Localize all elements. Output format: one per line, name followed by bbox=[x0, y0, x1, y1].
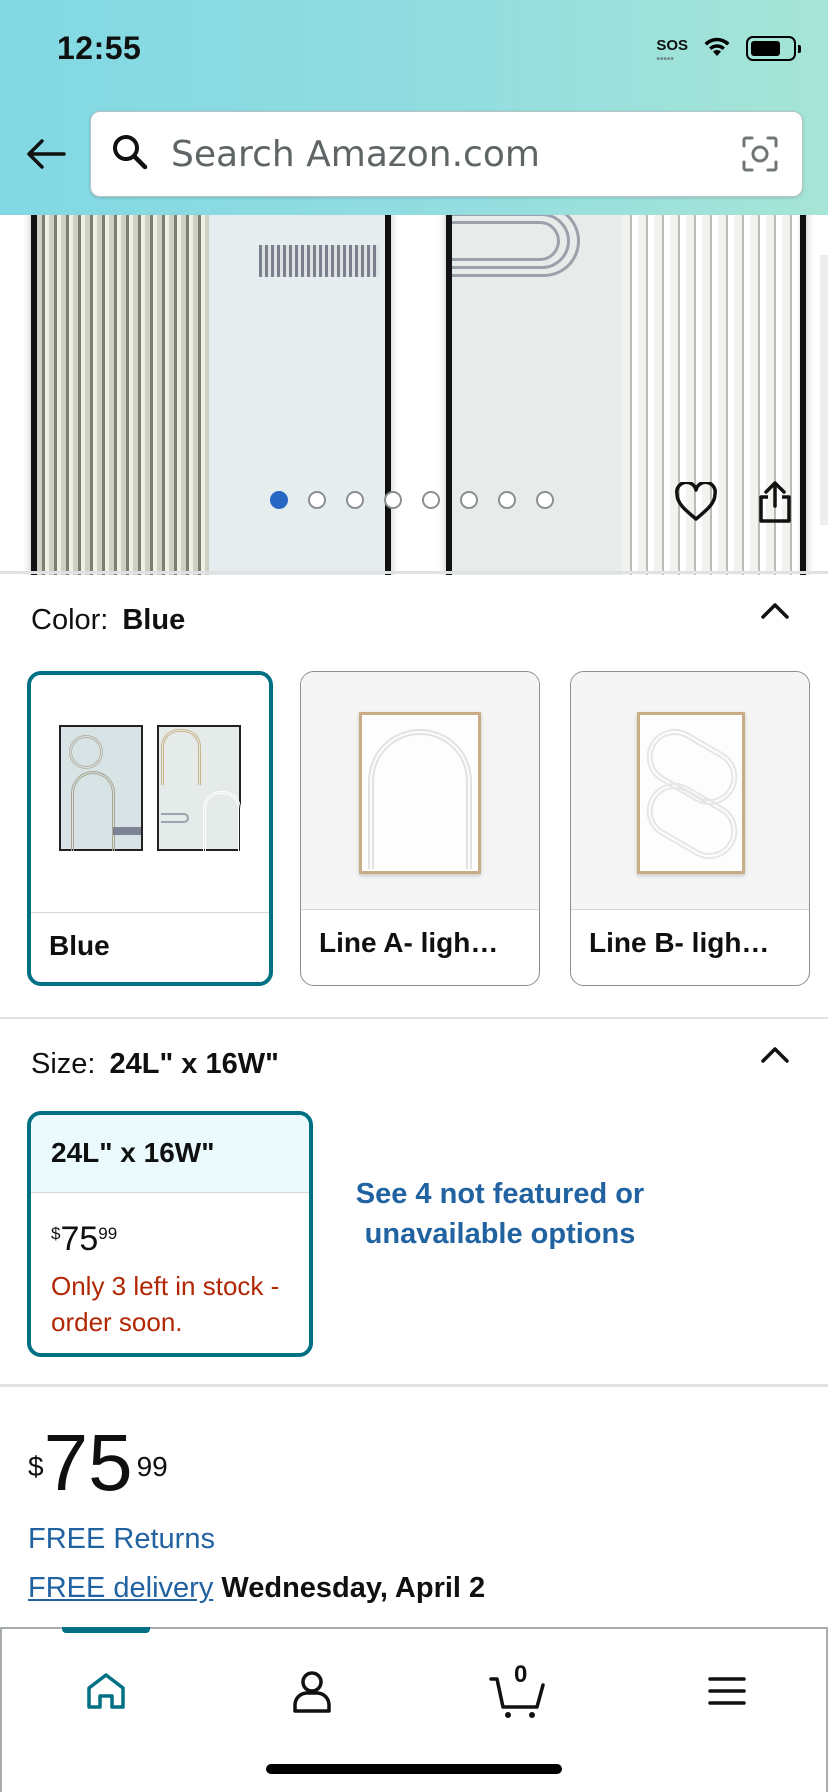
image-pagination-dots[interactable] bbox=[270, 491, 554, 509]
size-heading: Size: 24L" x 16W" bbox=[31, 1048, 279, 1081]
size-option-card[interactable]: 24L" x 16W" $7599 Only 3 left in stock -… bbox=[27, 1111, 313, 1357]
image-dot[interactable] bbox=[308, 491, 326, 509]
share-icon[interactable] bbox=[757, 480, 793, 529]
image-dot[interactable] bbox=[460, 491, 478, 509]
product-image-right-panel bbox=[446, 215, 806, 575]
menu-icon[interactable] bbox=[692, 1661, 762, 1721]
back-arrow-icon bbox=[27, 139, 66, 169]
size-option-label: 24L" x 16W" bbox=[31, 1115, 309, 1193]
color-option-thumbnail bbox=[571, 672, 809, 910]
status-icons: SOS bbox=[656, 34, 801, 67]
camera-search-icon[interactable] bbox=[738, 132, 782, 176]
wifi-icon bbox=[702, 34, 732, 63]
section-divider bbox=[0, 1384, 828, 1387]
home-indicator bbox=[266, 1764, 562, 1774]
home-icon[interactable] bbox=[71, 1661, 141, 1721]
image-dot[interactable] bbox=[270, 491, 288, 509]
search-input[interactable] bbox=[171, 133, 738, 175]
image-dot[interactable] bbox=[498, 491, 516, 509]
product-image-left-panel bbox=[31, 215, 391, 575]
color-label: Color: bbox=[31, 604, 109, 636]
cart-count: 0 bbox=[514, 1661, 528, 1688]
top-header: 12:55 SOS bbox=[0, 0, 828, 215]
color-option-label: Line B- ligh… bbox=[589, 927, 770, 958]
search-icon bbox=[111, 133, 149, 176]
image-dot[interactable] bbox=[346, 491, 364, 509]
search-bar[interactable] bbox=[90, 111, 803, 197]
delivery-info: FREE delivery Wednesday, April 2 bbox=[28, 1572, 485, 1605]
delivery-date: Wednesday, April 2 bbox=[221, 1572, 486, 1604]
heart-icon[interactable] bbox=[674, 480, 718, 527]
size-label: Size: bbox=[31, 1048, 96, 1080]
product-price: $75 99 bbox=[28, 1418, 168, 1507]
battery-icon bbox=[746, 36, 801, 61]
color-value: Blue bbox=[122, 604, 186, 636]
section-divider bbox=[0, 571, 828, 574]
size-value: 24L" x 16W" bbox=[109, 1048, 279, 1080]
image-dot[interactable] bbox=[536, 491, 554, 509]
color-option-line-b[interactable]: Line B- ligh… bbox=[570, 671, 810, 986]
color-heading: Color: Blue bbox=[31, 604, 185, 637]
chevron-up-icon[interactable] bbox=[760, 1044, 790, 1069]
status-time: 12:55 bbox=[57, 30, 142, 66]
color-option-thumbnail bbox=[301, 672, 539, 910]
color-option-thumbnail bbox=[31, 675, 269, 913]
color-option-label: Line A- ligh… bbox=[319, 927, 499, 958]
account-icon[interactable] bbox=[277, 1661, 347, 1721]
cart-icon[interactable]: 0 bbox=[484, 1661, 554, 1721]
image-dot[interactable] bbox=[384, 491, 402, 509]
sos-indicator: SOS bbox=[656, 38, 688, 67]
free-delivery-link[interactable]: FREE delivery bbox=[28, 1572, 213, 1604]
size-option-price: $7599 bbox=[51, 1220, 118, 1258]
active-tab-indicator bbox=[62, 1627, 150, 1633]
stock-warning: Only 3 left in stock - order soon. bbox=[51, 1271, 280, 1337]
see-more-options-link[interactable]: See 4 not featured or unavailable option… bbox=[340, 1174, 660, 1254]
color-option-line-a[interactable]: Line A- ligh… bbox=[300, 671, 540, 986]
back-button[interactable] bbox=[22, 130, 70, 178]
color-option-label: Blue bbox=[49, 930, 110, 961]
free-returns-link[interactable]: FREE Returns bbox=[28, 1523, 215, 1556]
image-dot[interactable] bbox=[422, 491, 440, 509]
color-option-blue[interactable]: Blue bbox=[27, 671, 273, 986]
section-divider bbox=[0, 1017, 828, 1019]
chevron-up-icon[interactable] bbox=[760, 600, 790, 625]
